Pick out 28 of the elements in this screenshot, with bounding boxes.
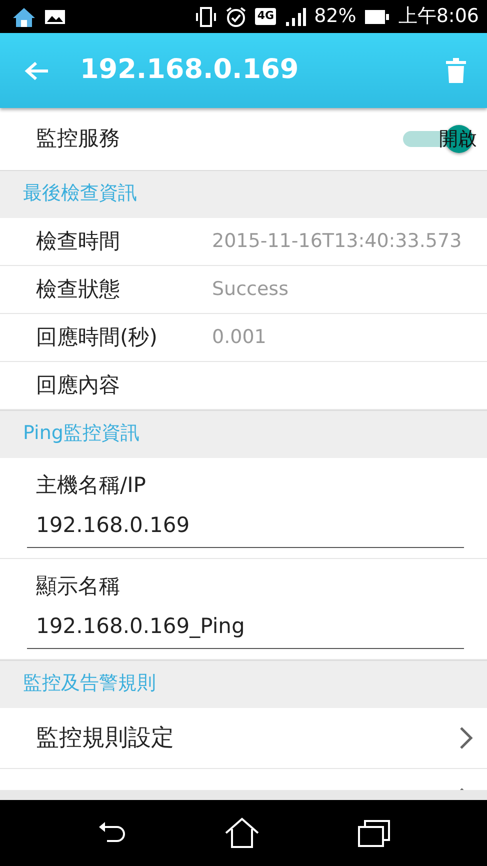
battery-percentage: 82% (314, 4, 356, 30)
info-value: 2015-11-16T13:40:33.573 (212, 229, 462, 254)
home-icon (12, 6, 36, 28)
recent-apps-icon[interactable] (356, 818, 390, 848)
info-label: 檢查時間 (36, 228, 121, 255)
chevron-right-icon (459, 726, 473, 750)
vibrate-icon (195, 6, 218, 28)
text-input-field[interactable]: 192.168.0.169 (27, 506, 464, 548)
list-item[interactable]: 監控規則設定 (0, 708, 487, 769)
field-label: 主機名稱/IP (35, 472, 147, 499)
info-label: 回應內容 (36, 372, 121, 399)
battery-icon (364, 8, 390, 26)
screen-title: 192.168.0.169 (80, 53, 300, 88)
info-value: 0.001 (212, 325, 266, 350)
alarm-icon (225, 6, 248, 28)
setting-label: 監控服務 (36, 125, 121, 152)
text-input-field[interactable]: 192.168.0.169_Ping (27, 606, 464, 649)
text-field[interactable]: 顯示名稱 192.168.0.169_Ping (0, 559, 487, 660)
field-label: 顯示名稱 (35, 573, 121, 600)
network-type-label: 4G (255, 8, 276, 25)
signal-icon (284, 6, 306, 26)
info-label: 檢查狀態 (36, 276, 121, 303)
home-icon[interactable] (224, 817, 260, 849)
status-time: 上午8:06 (398, 4, 479, 30)
image-icon (44, 8, 66, 26)
text-field[interactable]: 主機名稱/IP 192.168.0.169 (0, 458, 487, 559)
info-value: Success (212, 277, 288, 302)
info-label: 回應時間(秒) (36, 324, 158, 351)
